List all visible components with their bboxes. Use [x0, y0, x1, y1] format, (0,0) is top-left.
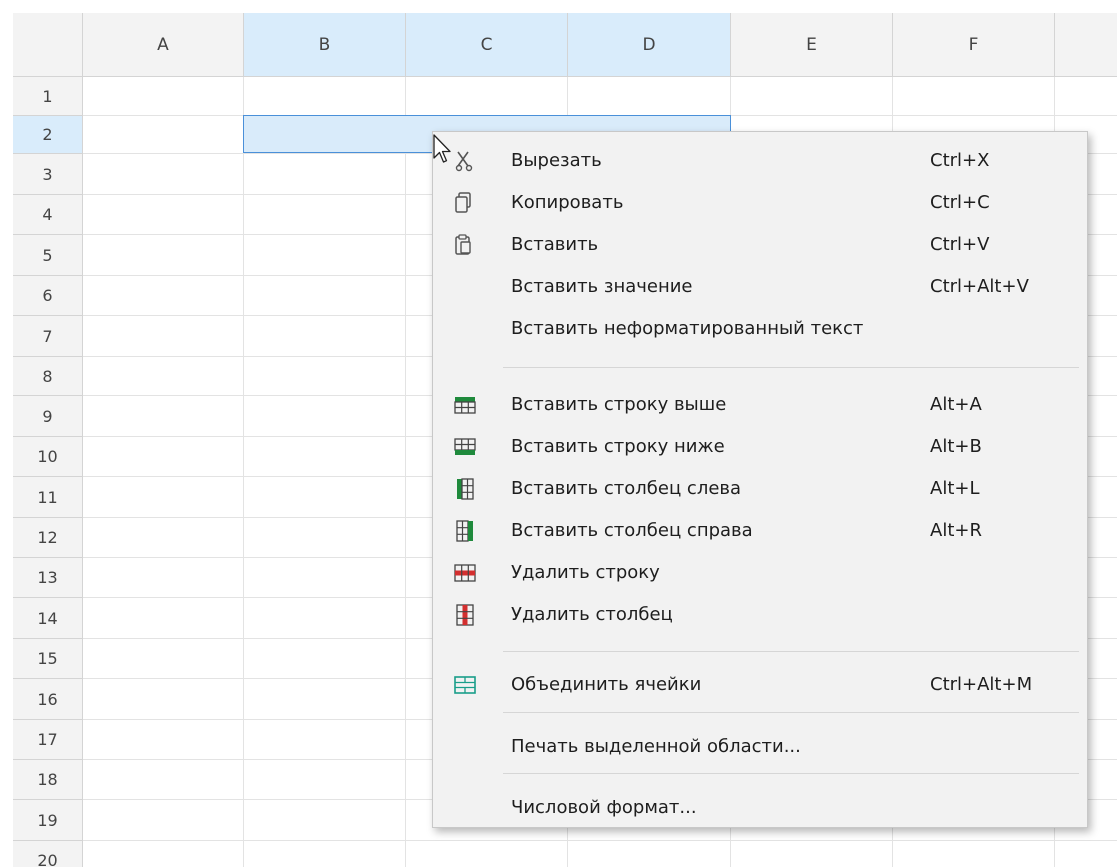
- menu-item-label: Вырезать: [511, 150, 602, 171]
- menu-item-label: Объединить ячейки: [511, 674, 702, 695]
- column-header-b[interactable]: B: [244, 13, 406, 77]
- row-header-9[interactable]: 9: [13, 396, 83, 437]
- row-header-10[interactable]: 10: [13, 437, 83, 477]
- row-header-5[interactable]: 5: [13, 235, 83, 276]
- menu-item-label: Удалить столбец: [511, 604, 673, 625]
- menu-item-delete-row[interactable]: Удалить строку: [433, 552, 1087, 594]
- menu-item-shortcut: Ctrl+Alt+V: [930, 276, 1029, 297]
- menu-item-label: Печать выделенной области...: [511, 736, 801, 757]
- menu-item-label: Удалить строку: [511, 562, 660, 583]
- insert-row-above-icon: [454, 397, 476, 414]
- scissors-icon: [455, 151, 473, 172]
- delete-row-icon: [454, 564, 476, 582]
- row-header-13[interactable]: 13: [13, 558, 83, 598]
- menu-item-label: Вставить значение: [511, 276, 693, 297]
- row-header-12[interactable]: 12: [13, 518, 83, 558]
- menu-item-label: Вставить строку выше: [511, 394, 727, 415]
- menu-item-cut[interactable]: Вырезать Ctrl+X: [433, 140, 1087, 182]
- menu-item-delete-column[interactable]: Удалить столбец: [433, 594, 1087, 636]
- select-all-corner[interactable]: [13, 13, 83, 77]
- menu-item-insert-column-left[interactable]: Вставить столбец слева Alt+L: [433, 468, 1087, 510]
- menu-item-label: Вставить неформатированный текст: [511, 318, 864, 339]
- menu-separator: [503, 367, 1079, 368]
- menu-item-print-selection[interactable]: Печать выделенной области...: [433, 726, 1087, 768]
- row-header-7[interactable]: 7: [13, 316, 83, 357]
- menu-item-shortcut: Ctrl+X: [930, 150, 990, 171]
- menu-separator: [503, 651, 1079, 652]
- insert-column-left-icon: [457, 478, 474, 500]
- menu-item-paste-value[interactable]: Вставить значение Ctrl+Alt+V: [433, 266, 1087, 308]
- grid-line: [83, 840, 1117, 841]
- menu-item-insert-row-above[interactable]: Вставить строку выше Alt+A: [433, 384, 1087, 426]
- menu-item-label: Вставить строку ниже: [511, 436, 725, 457]
- menu-item-insert-column-right[interactable]: Вставить столбец справа Alt+R: [433, 510, 1087, 552]
- grid-line: [243, 77, 244, 867]
- row-header-4[interactable]: 4: [13, 195, 83, 235]
- row-header-15[interactable]: 15: [13, 639, 83, 679]
- menu-item-shortcut: Alt+A: [930, 394, 982, 415]
- column-header-a[interactable]: A: [83, 13, 244, 77]
- row-header-17[interactable]: 17: [13, 720, 83, 760]
- row-header-8[interactable]: 8: [13, 357, 83, 396]
- row-header-11[interactable]: 11: [13, 477, 83, 518]
- menu-item-shortcut: Ctrl+C: [930, 192, 990, 213]
- menu-item-label: Вставить столбец справа: [511, 520, 753, 541]
- menu-item-paste-unformatted[interactable]: Вставить неформатированный текст: [433, 308, 1087, 350]
- row-header-14[interactable]: 14: [13, 598, 83, 639]
- menu-item-shortcut: Alt+B: [930, 436, 982, 457]
- row-header-19[interactable]: 19: [13, 800, 83, 841]
- grid-line: [405, 77, 406, 867]
- row-header-18[interactable]: 18: [13, 760, 83, 800]
- insert-column-right-icon: [456, 520, 473, 542]
- menu-item-shortcut: Ctrl+Alt+M: [930, 674, 1033, 695]
- context-menu: Вырезать Ctrl+X Копировать Ctrl+C Встави…: [432, 131, 1088, 828]
- menu-item-label: Числовой формат...: [511, 797, 697, 818]
- delete-column-icon: [456, 604, 474, 626]
- row-header-20[interactable]: 20: [13, 841, 83, 867]
- menu-item-paste[interactable]: Вставить Ctrl+V: [433, 224, 1087, 266]
- mouse-pointer-icon: [433, 134, 451, 163]
- menu-item-shortcut: Ctrl+V: [930, 234, 990, 255]
- column-header-f[interactable]: F: [893, 13, 1055, 77]
- copy-icon: [455, 192, 471, 213]
- paste-icon: [455, 234, 471, 255]
- column-header-d[interactable]: D: [568, 13, 731, 77]
- column-header-c[interactable]: C: [406, 13, 568, 77]
- menu-item-shortcut: Alt+L: [930, 478, 980, 499]
- menu-item-label: Вставить: [511, 234, 599, 255]
- row-header-16[interactable]: 16: [13, 679, 83, 720]
- menu-item-number-format[interactable]: Числовой формат...: [433, 787, 1087, 829]
- menu-item-label: Вставить столбец слева: [511, 478, 742, 499]
- column-header-e[interactable]: E: [731, 13, 893, 77]
- menu-item-merge-cells[interactable]: Объединить ячейки Ctrl+Alt+M: [433, 664, 1087, 706]
- column-header-g[interactable]: [1055, 13, 1117, 77]
- menu-item-label: Копировать: [511, 192, 624, 213]
- row-header-1[interactable]: 1: [13, 77, 83, 116]
- insert-row-below-icon: [454, 438, 476, 455]
- menu-separator: [503, 773, 1079, 774]
- menu-item-insert-row-below[interactable]: Вставить строку ниже Alt+B: [433, 426, 1087, 468]
- row-header-6[interactable]: 6: [13, 276, 83, 316]
- menu-separator: [503, 712, 1079, 713]
- menu-item-shortcut: Alt+R: [930, 520, 982, 541]
- row-header-3[interactable]: 3: [13, 154, 83, 195]
- merge-cells-icon: [454, 676, 476, 694]
- menu-item-copy[interactable]: Копировать Ctrl+C: [433, 182, 1087, 224]
- row-header-2[interactable]: 2: [13, 116, 83, 154]
